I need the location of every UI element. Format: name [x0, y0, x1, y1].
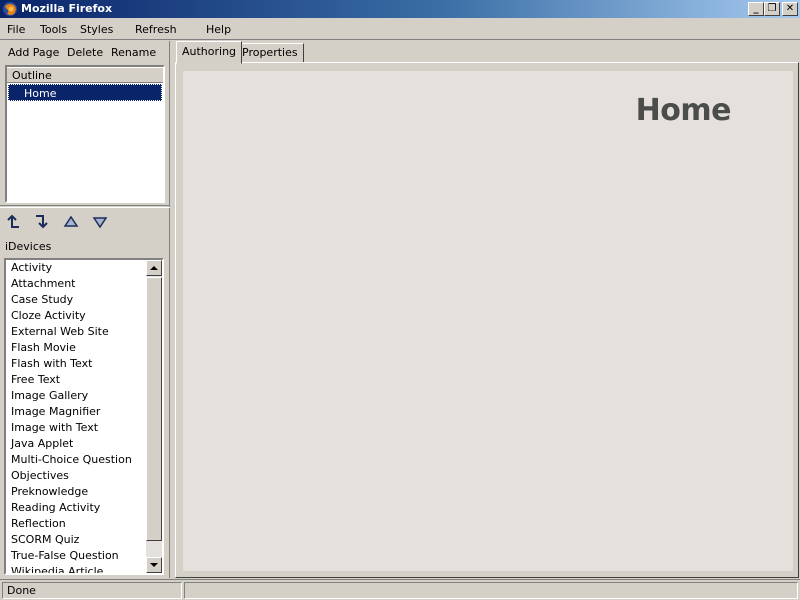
left-pane: Add Page Delete Rename Outline Home iDev… [0, 41, 170, 578]
outline-toolbar: Add Page Delete Rename [0, 41, 170, 63]
idevice-item[interactable]: SCORM Quiz [6, 532, 148, 548]
close-button[interactable]: ✕ [782, 2, 798, 16]
scroll-thumb[interactable] [146, 277, 162, 541]
idevice-item[interactable]: Java Applet [6, 436, 148, 452]
authoring-panel: Home [175, 62, 799, 578]
idevice-item[interactable]: Reflection [6, 516, 148, 532]
idevice-item[interactable]: Image Gallery [6, 388, 148, 404]
idevice-item[interactable]: Flash Movie [6, 340, 148, 356]
menu-styles[interactable]: Styles [80, 23, 113, 36]
menu-help[interactable]: Help [206, 23, 231, 36]
minimize-button[interactable]: _ [748, 2, 764, 16]
page-title: Home [635, 93, 732, 128]
menu-bar: File Tools Styles Refresh Help [0, 19, 800, 40]
menu-tools[interactable]: Tools [40, 23, 67, 36]
window-titlebar: Mozilla Firefox _ ❐ ✕ [0, 0, 800, 18]
status-panel [184, 582, 798, 599]
menu-refresh[interactable]: Refresh [135, 23, 177, 36]
scroll-down-icon [150, 563, 158, 567]
idevice-item[interactable]: Multi-Choice Question [6, 452, 148, 468]
move-down-icon[interactable] [91, 213, 109, 231]
move-up-icon[interactable] [62, 213, 80, 231]
idevice-item[interactable]: Objectives [6, 468, 148, 484]
idevice-item[interactable]: Image Magnifier [6, 404, 148, 420]
menu-file[interactable]: File [7, 23, 25, 36]
outline-tree[interactable]: Outline Home [5, 65, 165, 203]
status-bar: Done [0, 579, 800, 600]
idevices-label: iDevices [5, 240, 52, 253]
idevices-items: Activity Attachment Case Study Cloze Activi… [6, 260, 148, 573]
idevice-item[interactable]: True-False Question [6, 548, 148, 564]
authoring-canvas[interactable]: Home [183, 71, 793, 571]
window-title: Mozilla Firefox [21, 2, 113, 15]
restore-button[interactable]: ❐ [764, 2, 780, 16]
idevice-item[interactable]: External Web Site [6, 324, 148, 340]
scroll-up-button[interactable] [146, 260, 162, 276]
idevice-item[interactable]: Attachment [6, 276, 148, 292]
idevice-item[interactable]: Wikipedia Article [6, 564, 148, 573]
tab-properties[interactable]: Properties [236, 43, 304, 63]
idevice-item[interactable]: Reading Activity [6, 500, 148, 516]
outline-header[interactable]: Outline [7, 67, 163, 83]
demote-icon[interactable] [33, 213, 51, 231]
firefox-icon [3, 2, 17, 16]
scroll-up-icon [150, 266, 158, 270]
status-text: Done [2, 582, 182, 599]
idevice-item[interactable]: Preknowledge [6, 484, 148, 500]
idevice-item[interactable]: Activity [6, 260, 148, 276]
idevices-list: Activity Attachment Case Study Cloze Activi… [4, 258, 164, 575]
idevice-item[interactable]: Cloze Activity [6, 308, 148, 324]
outline-item-home[interactable]: Home [8, 84, 162, 101]
add-page-button[interactable]: Add Page [8, 46, 59, 59]
idevice-item[interactable]: Flash with Text [6, 356, 148, 372]
promote-icon[interactable] [4, 213, 22, 231]
rename-button[interactable]: Rename [111, 46, 156, 59]
scroll-down-button[interactable] [146, 557, 162, 573]
delete-button[interactable]: Delete [67, 46, 103, 59]
tab-authoring[interactable]: Authoring [176, 41, 243, 64]
idevice-item[interactable]: Free Text [6, 372, 148, 388]
outline-arrow-bar [0, 209, 170, 233]
idevice-item[interactable]: Case Study [6, 292, 148, 308]
pane-splitter[interactable] [0, 205, 170, 208]
idevices-scrollbar[interactable] [146, 260, 162, 573]
idevice-item[interactable]: Image with Text [6, 420, 148, 436]
